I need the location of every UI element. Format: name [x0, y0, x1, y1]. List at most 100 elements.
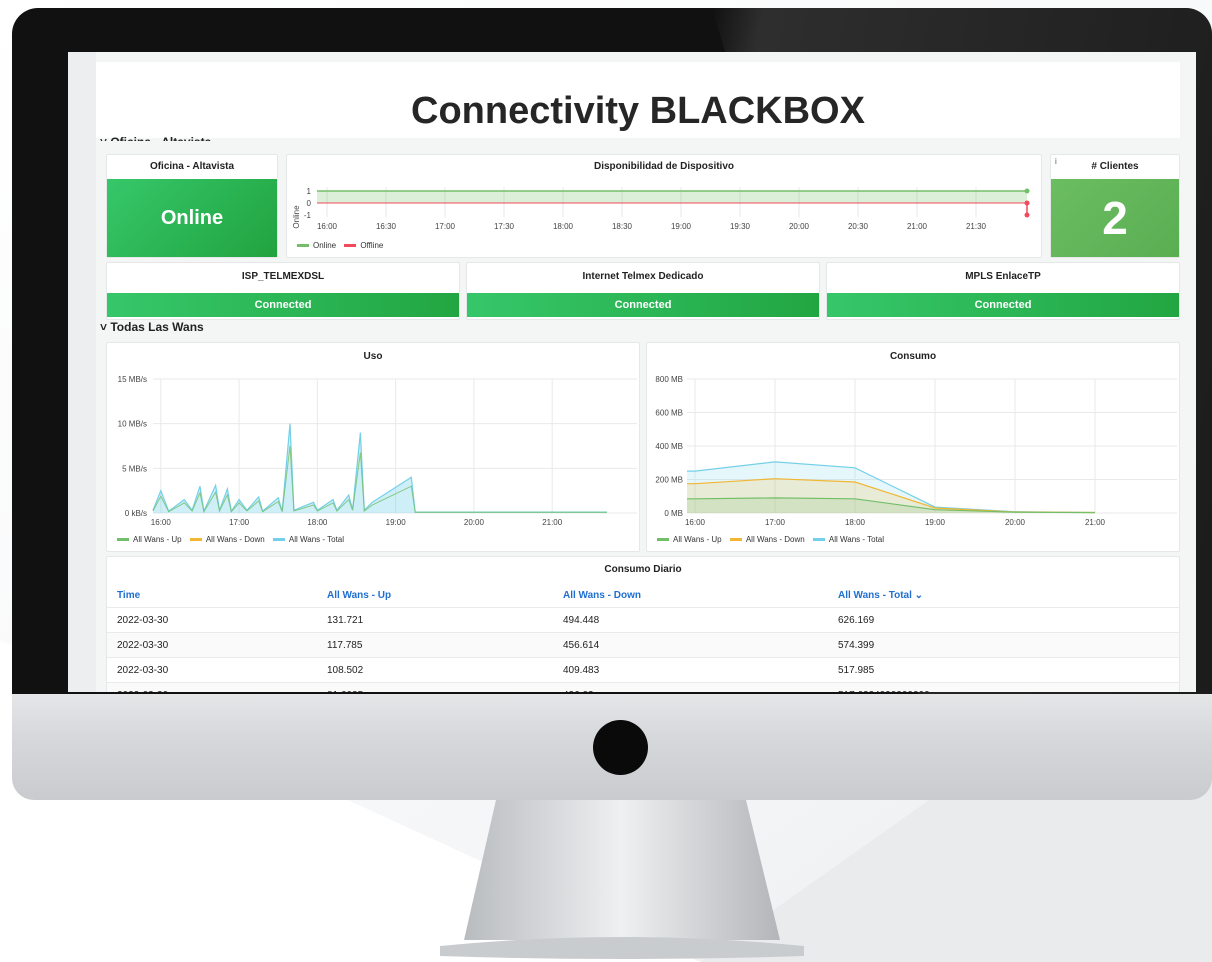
panel-title: Consumo Diario — [604, 564, 682, 575]
x-tick-label: 20:00 — [464, 518, 485, 527]
table-row: 2022-03-30 81.6035 436.03 517.6334999999… — [107, 682, 1179, 692]
monitor-logo-dot — [593, 720, 648, 775]
legend-swatch-up — [657, 538, 669, 542]
cell-down: 409.483 — [553, 657, 828, 683]
clients-panel: i # Clientes 2 — [1050, 154, 1180, 258]
cell-up: 131.721 — [317, 607, 553, 633]
table-row: 2022-03-30 108.502 409.483 517.985 — [107, 657, 1179, 683]
cell-down: 456.614 — [553, 632, 828, 658]
legend-up[interactable]: All Wans - Up — [133, 535, 182, 544]
y-tick-label: 400 MB — [655, 442, 683, 451]
x-tick-label: 16:00 — [151, 518, 172, 527]
cell-time: 2022-03-30 — [107, 682, 317, 692]
x-tick-label: 20:30 — [848, 222, 869, 231]
x-tick-label: 16:00 — [317, 222, 338, 231]
column-header-time[interactable]: Time — [107, 583, 317, 608]
x-tick-label: 20:00 — [789, 222, 810, 231]
y-tick-label: 5 MB/s — [122, 464, 147, 473]
legend-swatch-total — [812, 538, 825, 542]
y-tick-label: 800 MB — [655, 375, 683, 384]
column-header-total[interactable]: All Wans - Total ⌄ — [828, 583, 1179, 608]
legend-swatch-total — [272, 538, 285, 542]
uso-chart: 15 MB/s 10 MB/s 5 MB/s 0 kB/s 16:00 17:00 18:0… — [118, 375, 637, 527]
legend-swatch-online — [297, 244, 309, 248]
sidebar-strip — [68, 52, 96, 692]
wan-status-bar: Connected — [467, 293, 819, 317]
y-tick-label: -1 — [304, 211, 312, 220]
y-tick-label: 0 MB — [664, 509, 683, 518]
legend-total[interactable]: All Wans - Total — [289, 535, 344, 544]
availability-panel: Disponibilidad de Dispositivo Online 16:… — [286, 154, 1042, 258]
consumo-legend: All Wans - Up All Wans - Down All Wans -… — [651, 535, 884, 544]
clients-value: 2 — [1051, 179, 1179, 257]
x-tick-label: 18:00 — [845, 518, 866, 527]
table-row: 2022-03-30 117.785 456.614 574.399 — [107, 632, 1179, 658]
panel-title: # Clientes — [1091, 161, 1139, 172]
x-tick-label: 20:00 — [1005, 518, 1026, 527]
y-tick-label: 600 MB — [655, 409, 683, 418]
table-row: 2022-03-30 131.721 494.448 626.169 — [107, 607, 1179, 633]
x-tick-label: 18:00 — [553, 222, 574, 231]
x-tick-label: 21:30 — [966, 222, 987, 231]
consumo-diario-panel: Consumo Diario Time All Wans - Up All Wa… — [106, 556, 1180, 692]
row-header-wans[interactable]: ˅ Todas Las Wans — [100, 320, 204, 334]
x-tick-label: 19:00 — [386, 518, 407, 527]
x-tick-label: 19:30 — [730, 222, 751, 231]
cell-time: 2022-03-30 — [107, 657, 317, 683]
status-panel: Oficina - Altavista Online — [106, 154, 278, 258]
row-header-oficina[interactable]: ˅ Oficina - Altavista — [100, 133, 211, 141]
cell-time: 2022-03-30 — [107, 632, 317, 658]
availability-legend: Online Offline — [291, 241, 383, 250]
cell-total: 626.169 — [828, 607, 1179, 633]
title-panel: Connectivity BLACKBOX — [96, 62, 1180, 138]
cell-total: 574.399 — [828, 632, 1179, 658]
offline-point — [1024, 200, 1030, 206]
legend-swatch-offline — [344, 244, 357, 248]
online-area — [317, 191, 1027, 203]
x-tick-label: 21:00 — [907, 222, 928, 231]
status-value: Online — [107, 179, 277, 257]
x-tick-label: 16:00 — [685, 518, 706, 527]
legend-down[interactable]: All Wans - Down — [746, 535, 805, 544]
x-tick-label: 17:00 — [229, 518, 250, 527]
x-tick-label: 19:00 — [671, 222, 692, 231]
x-tick-label: 21:00 — [542, 518, 563, 527]
online-point — [1024, 188, 1030, 194]
cell-total: 517.985 — [828, 657, 1179, 683]
y-tick-label: 0 kB/s — [125, 509, 147, 518]
cell-down: 436.03 — [553, 682, 828, 692]
offline-point — [1024, 212, 1030, 218]
table-header-row: Time All Wans - Up All Wans - Down All W… — [107, 583, 1179, 608]
dashboard: Connectivity BLACKBOX ˅ Oficina - Altavi… — [96, 52, 1196, 692]
consumo-chart: 800 MB 600 MB 400 MB 200 MB 0 MB16:00 17:00 18… — [655, 375, 1177, 527]
column-header-down[interactable]: All Wans - Down — [553, 583, 828, 608]
wan-panel-isp-telmexdsl: ISP_TELMEXDSL Connected — [106, 262, 460, 320]
legend-offline[interactable]: Offline — [360, 241, 383, 250]
cell-up: 81.6035 — [317, 682, 553, 692]
uso-panel: Uso 15 MB/s 10 MB/s 5 MB/s 0 kB/s 16:00 17:00… — [106, 342, 640, 552]
column-header-up[interactable]: All Wans - Up — [317, 583, 553, 608]
page-title: Connectivity BLACKBOX — [411, 90, 865, 132]
y-axis-label: Online — [292, 205, 301, 229]
x-tick-label: 18:00 — [307, 518, 328, 527]
x-tick-label: 19:00 — [925, 518, 946, 527]
wan-panel-internet-telmex: Internet Telmex Dedicado Connected — [466, 262, 820, 320]
y-tick-label: 1 — [307, 187, 312, 196]
y-tick-label: 200 MB — [655, 476, 683, 485]
x-tick-label: 17:00 — [435, 222, 456, 231]
availability-chart: Online 16:00 16:30 17:00 17:30 18:00 18:30 19:… — [292, 187, 1030, 231]
wan-panel-mpls: MPLS EnlaceTP Connected — [826, 262, 1180, 320]
legend-down[interactable]: All Wans - Down — [206, 535, 265, 544]
legend-up[interactable]: All Wans - Up — [673, 535, 722, 544]
x-tick-label: 21:00 — [1085, 518, 1106, 527]
legend-swatch-down — [189, 538, 202, 542]
panel-title: Internet Telmex Dedicado — [582, 271, 704, 282]
x-tick-label: 18:30 — [612, 222, 633, 231]
panel-title: ISP_TELMEXDSL — [241, 271, 325, 282]
uso-legend: All Wans - Up All Wans - Down All Wans -… — [111, 535, 344, 544]
cell-up: 117.785 — [317, 632, 553, 658]
cell-down: 494.448 — [553, 607, 828, 633]
legend-total[interactable]: All Wans - Total — [829, 535, 884, 544]
x-tick-label: 17:00 — [765, 518, 786, 527]
legend-online[interactable]: Online — [313, 241, 336, 250]
